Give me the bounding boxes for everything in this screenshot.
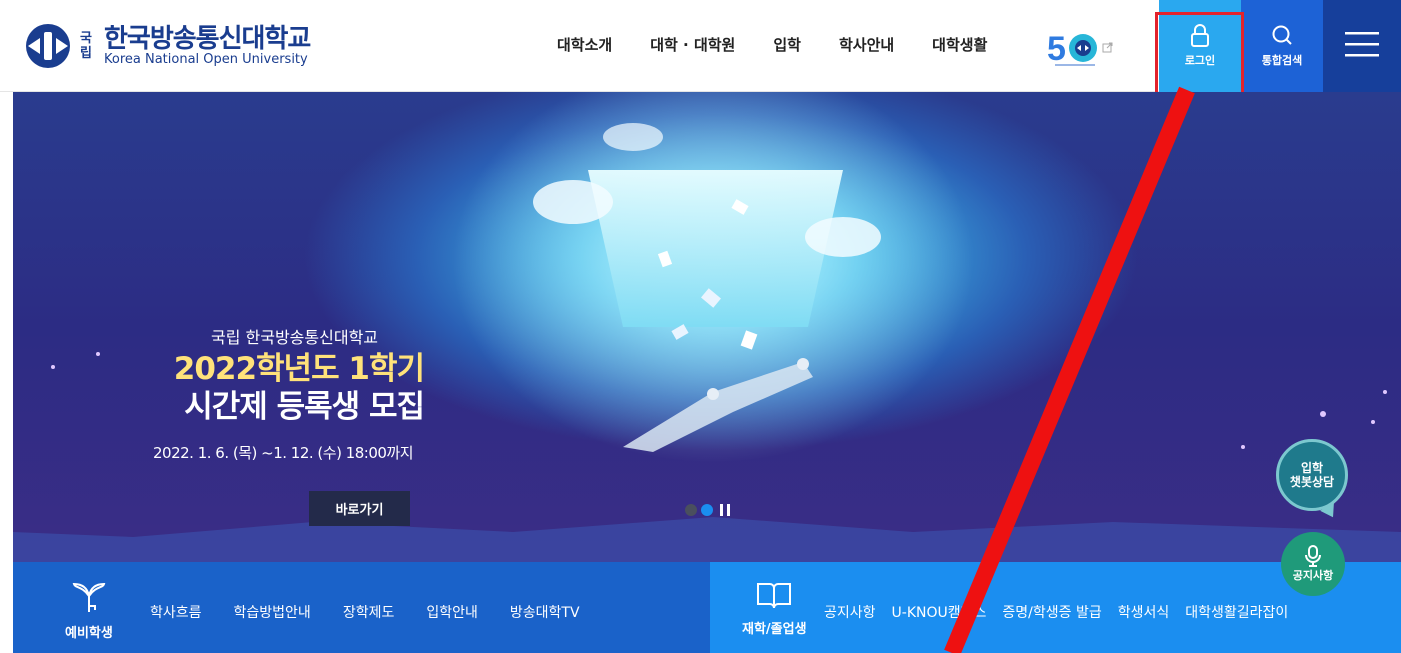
logo-korean-name: 한국방송통신대학교 [104,24,311,54]
site-logo[interactable]: 국립 한국방송통신대학교 Korea National Open Univers… [22,22,311,70]
hero-title-line2: 시간제 등록생 모집 [184,389,425,425]
slide-dot-2[interactable] [701,504,713,516]
current-label: 재학/졸업생 [742,622,807,637]
search-icon [1272,25,1292,45]
login-label: 로그인 [1184,54,1216,67]
header: 국립 한국방송통신대학교 Korea National Open Univers… [0,0,1401,92]
nav-academics[interactable]: 학사안내 [839,34,894,55]
link-study-method[interactable]: 학습방법안내 [234,602,311,622]
lock-icon [1191,24,1209,47]
prospective-student-bar: 예비학생 학사흐름 학습방법안내 장학제도 입학안내 방송대학TV [13,562,710,653]
link-campus-guide[interactable]: 대학생활길라잡이 [1185,602,1288,622]
logo-national-label: 국립 [80,31,92,61]
microphone-icon [1305,545,1321,567]
hero-title-line1: 2022학년도 1학기 [173,351,425,387]
admission-chatbot-button[interactable]: 입학 챗봇상담 [1276,439,1348,511]
link-student-forms[interactable]: 학생서식 [1118,602,1170,622]
hero-subtitle: 국립 한국방송통신대학교 [211,328,379,347]
link-knou-tv[interactable]: 방송대학TV [510,602,580,622]
notice-floating-button[interactable]: 공지사항 [1281,532,1345,596]
nav-graduate[interactable]: 대학 · 대학원 [650,34,735,55]
notice-float-label: 공지사항 [1292,569,1334,582]
nav-admission[interactable]: 입학 [773,34,801,55]
link-admission-info[interactable]: 입학안내 [426,602,478,622]
current-student-category[interactable]: 재학/졸업생 [742,580,807,637]
prospective-student-category[interactable]: 예비학생 [65,582,113,641]
hero-title: 2022학년도 1학기 시간제 등록생 모집 [168,350,425,426]
knou-emblem-icon [26,24,70,68]
main-nav: 대학소개 대학 · 대학원 입학 학사안내 대학생활 [557,34,1025,55]
link-uknou-campus[interactable]: U-KNOU캠퍼스 [892,602,987,622]
link-notice[interactable]: 공지사항 [824,602,876,622]
slide-dot-1[interactable] [685,504,697,516]
chatbot-label-line2: 챗봇상담 [1289,475,1335,489]
login-button[interactable]: 로그인 [1159,0,1241,92]
open-book-icon [757,583,792,609]
hero-banner: 국립 한국방송통신대학교 2022학년도 1학기 시간제 등록생 모집 2022… [13,92,1401,562]
hamburger-menu-icon [1345,32,1379,57]
slider-pagination [685,504,730,516]
pause-icon[interactable] [720,504,730,516]
sprout-icon [72,582,106,612]
50th-anniversary-icon[interactable]: 5 [1045,26,1115,70]
hero-date: 2022. 1. 6. (목) ~1. 12. (수) 18:00까지 [153,444,414,462]
nav-campus-life[interactable]: 대학생활 [932,34,987,55]
hero-go-button[interactable]: 바로가기 [309,491,410,526]
prospective-label: 예비학생 [65,626,113,641]
logo-english-name: Korea National Open University [104,52,308,67]
all-menu-button[interactable] [1323,0,1401,92]
link-certificate[interactable]: 증명/학생증 발급 [1002,602,1101,622]
link-academic-flow[interactable]: 학사흐름 [150,602,202,622]
search-button[interactable]: 통합검색 [1241,0,1323,92]
chatbot-label-line1: 입학 [1300,461,1324,475]
svg-text:5: 5 [1047,30,1066,68]
search-label: 통합검색 [1261,54,1303,67]
link-scholarship[interactable]: 장학제도 [343,602,395,622]
nav-about[interactable]: 대학소개 [557,34,612,55]
